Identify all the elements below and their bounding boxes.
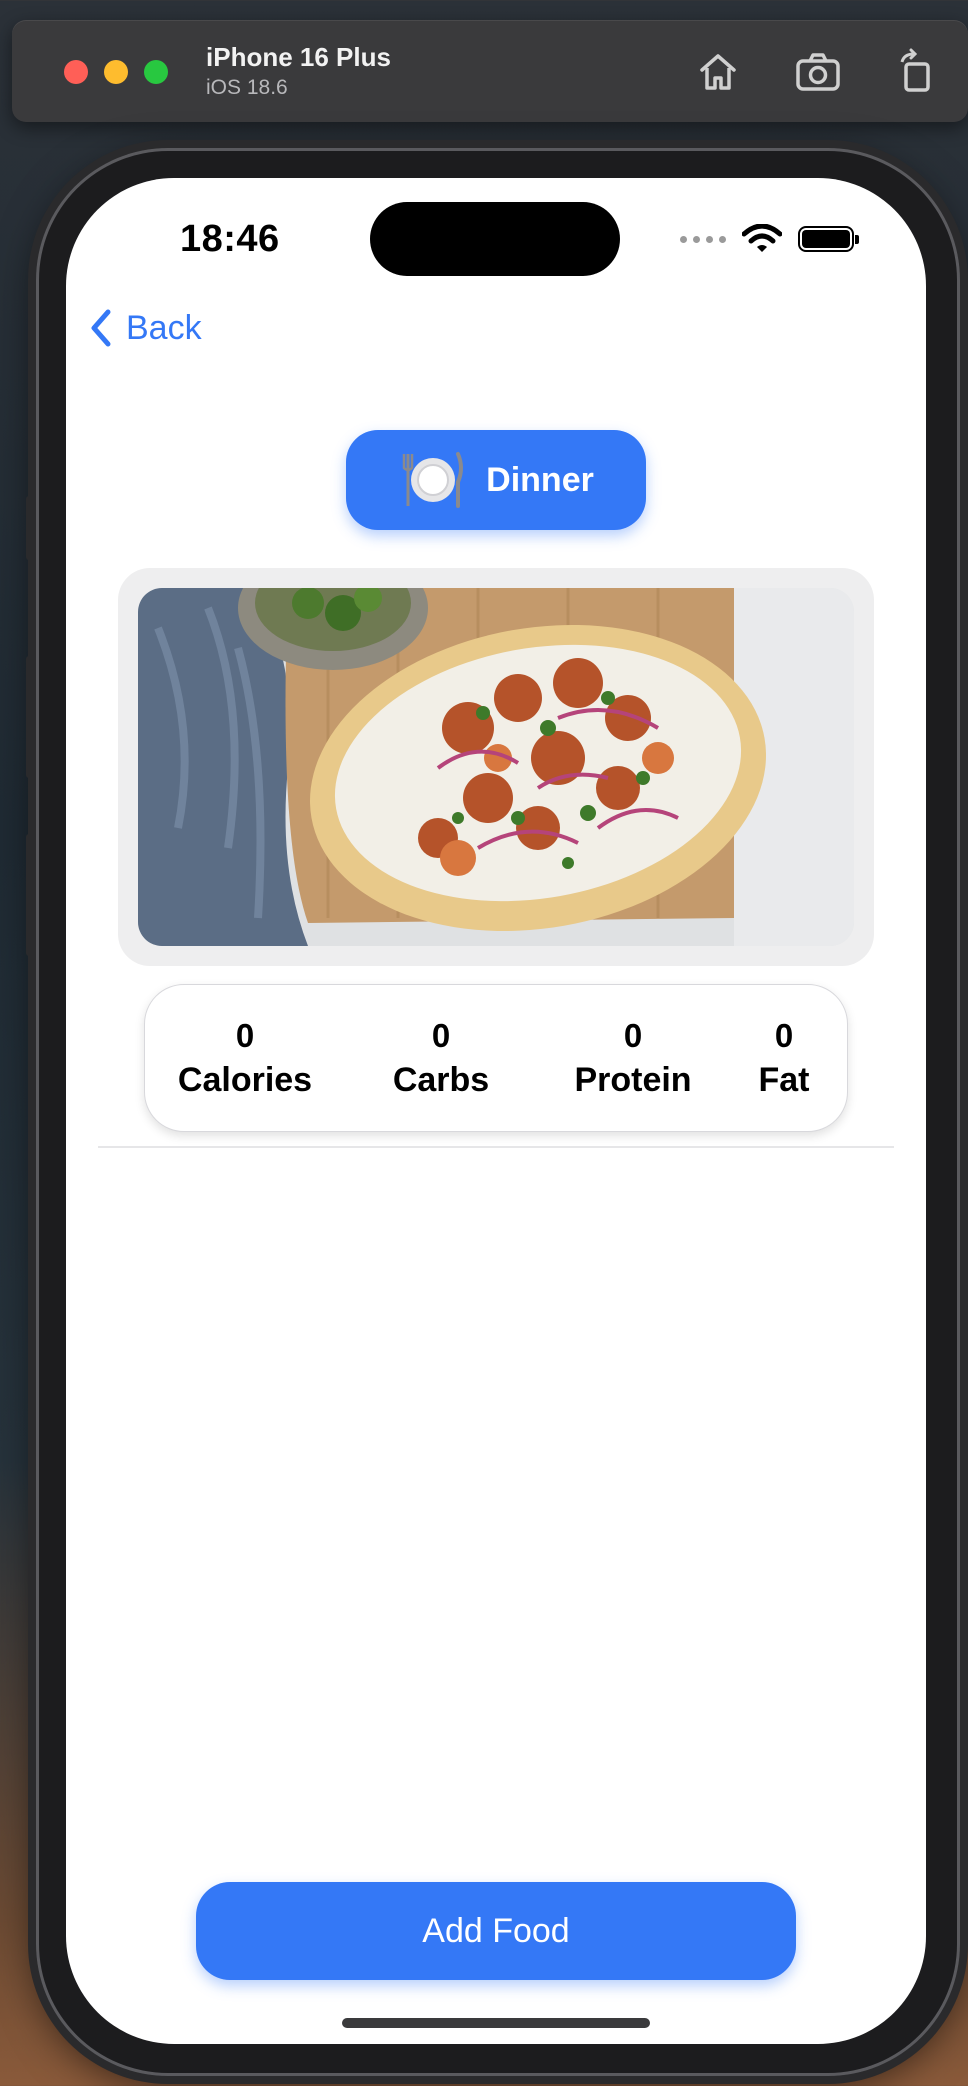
protein-value: 0 [623,1017,643,1054]
add-food-button[interactable]: Add Food [196,1882,796,1980]
phone-screen: 18:46 Back Dinner 0 Calories 0 Carbs 0 P… [66,178,926,2044]
action-button [26,496,34,560]
rotate-icon[interactable] [892,48,940,96]
simulator-title-bar: iPhone 16 Plus iOS 18.6 [12,20,968,122]
meal-photo [138,588,854,946]
macro-protein: 0 Protein [563,1015,703,1103]
protein-label: Protein [574,1061,692,1099]
home-icon[interactable] [694,48,742,96]
macro-calories: 0 Calories [175,1015,315,1103]
calories-label: Calories [177,1061,313,1099]
calories-value: 0 [235,1017,255,1054]
status-icons [680,224,859,254]
plate-cutlery-icon [402,452,464,508]
back-label: Back [126,308,202,347]
meal-type-button[interactable]: Dinner [346,430,646,530]
os-version: iOS 18.6 [206,76,288,99]
volume-down-button [26,834,34,956]
screenshot-icon[interactable] [794,48,842,96]
volume-up-button [26,656,34,778]
back-button[interactable]: Back [88,308,202,348]
carbs-value: 0 [431,1017,451,1054]
section-divider [98,1146,894,1148]
device-name: iPhone 16 Plus [206,42,391,72]
fat-value: 0 [774,1017,794,1054]
wifi-icon [742,224,782,252]
meal-type-label: Dinner [486,460,594,499]
fat-label: Fat [758,1061,810,1099]
power-button [962,664,968,854]
close-window-button[interactable] [64,60,88,84]
zoom-window-button[interactable] [144,60,168,84]
signal-dots-icon [680,235,726,243]
status-time: 18:46 [180,218,280,260]
meal-image-card [118,568,874,966]
battery-icon [798,226,859,252]
home-indicator[interactable] [342,2018,650,2028]
dynamic-island [370,202,620,276]
carbs-label: Carbs [392,1061,490,1099]
minimize-window-button[interactable] [104,60,128,84]
macro-fat: 0 Fat [749,1015,819,1103]
chevron-left-icon [91,309,111,347]
macros-summary: 0 Calories 0 Carbs 0 Protein 0 Fat [144,984,848,1132]
macro-carbs: 0 Carbs [381,1015,501,1103]
